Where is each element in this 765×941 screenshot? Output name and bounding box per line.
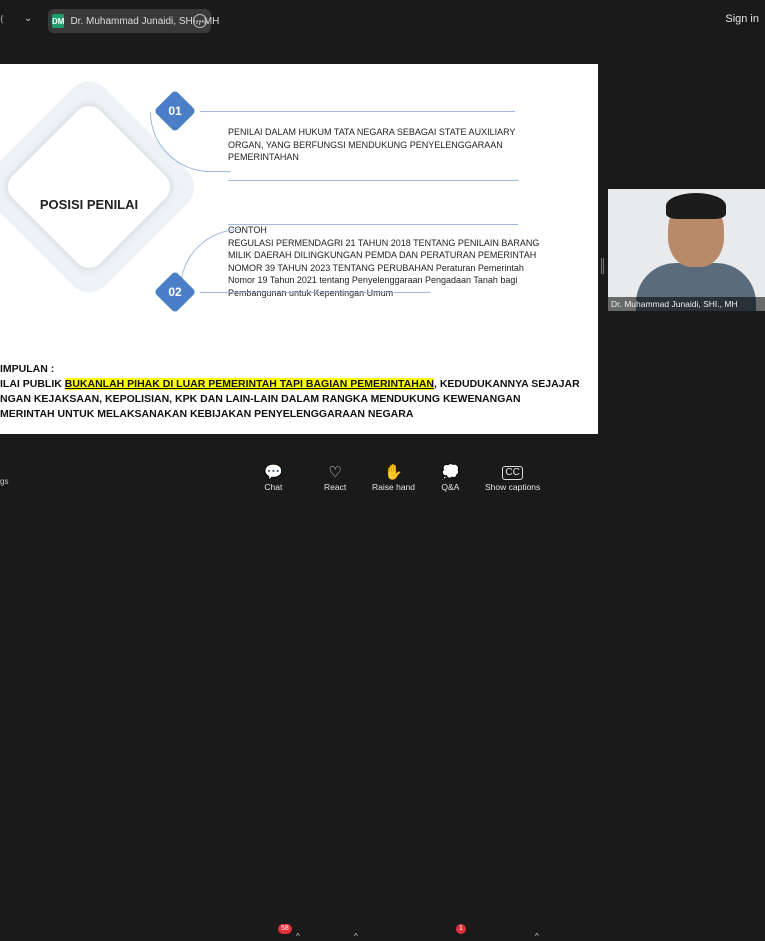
caret-up-icon[interactable]: ^	[296, 932, 300, 941]
qa-icon: 💭	[441, 464, 460, 481]
presenter-chip[interactable]: DM Dr. Muhammad Junaidi, SHI., MH •••	[48, 9, 219, 33]
chat-icon: 💬	[264, 464, 283, 481]
item2-line: Nomor 19 Tahun 2021 tentang Penyelenggar…	[228, 275, 518, 285]
conclusion-line-3: MERINTAH UNTUK MELAKSANAKAN KEBIJAKAN PE…	[0, 408, 414, 420]
heart-icon: ♡	[328, 464, 342, 481]
react-label: React	[324, 482, 347, 492]
qa-count-badge: 1	[456, 924, 466, 934]
slide-center-title: POSISI PENILAI	[39, 197, 139, 212]
item2-line: REGULASI PERMENDAGRI 21 TAHUN 2018 TENTA…	[228, 237, 540, 248]
divider-line-4	[200, 292, 430, 293]
captions-button[interactable]: CC Show captions	[485, 464, 540, 492]
item1-line: PENILAI DALAM HUKUM TATA NEGARA SEBAGAI …	[228, 127, 516, 137]
raise-hand-label: Raise hand	[372, 482, 416, 492]
presenter-avatar: DM	[52, 14, 65, 28]
item1-line: ORGAN, YANG BERFUNGSI MENDUKUNG PENYELEN…	[228, 139, 503, 150]
qa-button[interactable]: 💭 Q&A	[441, 464, 460, 492]
settings-label-fragment[interactable]: gs	[0, 477, 8, 486]
conclusion-line-2: NGAN KEJAKSAAN, KEPOLISIAN, KPK DAN LAIN…	[0, 393, 521, 405]
item2-line: NOMOR 39 TAHUN 2023 TENTANG PERUBAHAN Pe…	[228, 262, 524, 273]
conclusion-prefix: ILAI PUBLIK	[0, 378, 65, 390]
hand-icon: ✋	[384, 464, 403, 481]
conclusion-heading: IMPULAN :	[0, 363, 55, 375]
highlighted-text: BUKANLAH PIHAK DI LUAR PEMERINTAH TAPI B…	[64, 378, 434, 390]
conclusion-block: IMPULAN : ILAI PUBLIK BUKANLAH PIHAK DI …	[0, 362, 580, 422]
divider-line-1	[200, 111, 515, 112]
item2-line: CONTOH	[228, 225, 267, 235]
chat-count-badge: 58	[278, 924, 292, 934]
sign-in-link[interactable]: Sign in	[725, 13, 759, 25]
top-bar: ⟨ ⌄ DM Dr. Muhammad Junaidi, SHI., MH ••…	[0, 0, 765, 40]
item1-text: PENILAI DALAM HUKUM TATA NEGARA SEBAGAI …	[228, 126, 515, 164]
shared-slide: POSISI PENILAI 01 PENILAI DALAM HUKUM TA…	[0, 64, 598, 434]
chat-label: Chat	[264, 482, 283, 492]
qa-label: Q&A	[441, 482, 460, 492]
more-icon[interactable]: •••	[193, 14, 207, 28]
participant-name-label: Dr. Muhammad Junaidi, SHI., MH	[608, 297, 765, 311]
item1-line: PEMERINTAHAN	[228, 152, 299, 162]
item2-text: CONTOH REGULASI PERMENDAGRI 21 TAHUN 201…	[228, 224, 539, 299]
react-button[interactable]: ♡ React	[324, 464, 346, 492]
participant-video[interactable]: Dr. Muhammad Junaidi, SHI., MH	[608, 189, 765, 311]
captions-label: Show captions	[485, 482, 541, 492]
conclusion-suffix: , KEDUDUKANNYA SEJAJAR	[434, 378, 580, 390]
badge-01-number: 01	[168, 104, 182, 118]
cc-icon: CC	[502, 466, 523, 480]
divider-line-2	[228, 180, 518, 181]
conclusion-line-1: ILAI PUBLIK BUKANLAH PIHAK DI LUAR PEMER…	[0, 377, 580, 392]
person-hair	[666, 193, 726, 219]
diamond-card	[1, 99, 177, 275]
item2-line: MILIK DAERAH DILINGKUNGAN PEMDA DAN PERA…	[228, 250, 537, 260]
chat-button[interactable]: 💬 Chat	[264, 464, 283, 492]
resize-handle[interactable]	[601, 258, 604, 274]
badge-02-number: 02	[168, 285, 182, 299]
chevron-down-icon[interactable]: ⌄	[24, 13, 32, 24]
caret-up-icon[interactable]: ^	[354, 932, 358, 941]
meeting-toolbar: 💬 Chat 58 ^ ♡ React ^ ✋ Raise hand 💭 Q&A…	[0, 460, 765, 941]
raise-hand-button[interactable]: ✋ Raise hand	[372, 464, 415, 492]
left-edge-icon[interactable]: ⟨	[0, 14, 6, 24]
caret-up-icon[interactable]: ^	[535, 932, 539, 941]
